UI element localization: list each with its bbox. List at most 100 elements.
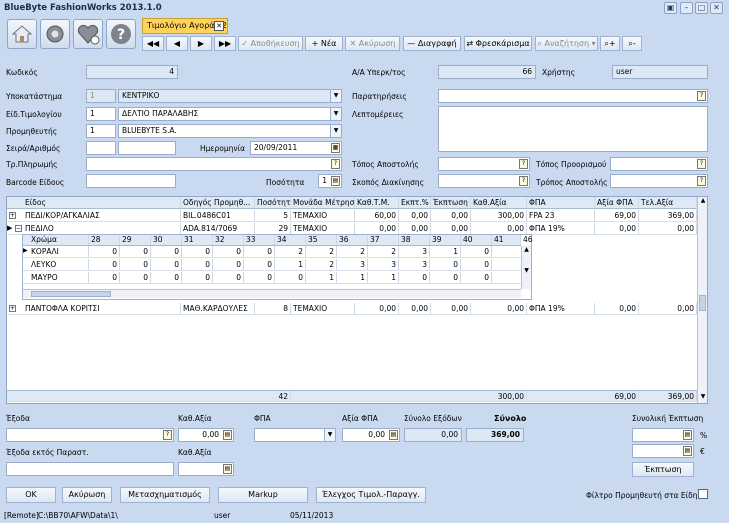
prev-record-button[interactable]: ◀ [166,36,188,51]
save-button[interactable]: ✓ Αποθήκευση [238,36,303,51]
net-field[interactable]: 0,00 ▤ [178,428,234,442]
size-qty-cell[interactable]: 0 [89,246,120,257]
ship-to-field[interactable]: ? [610,157,708,171]
branch-code[interactable]: 1 [86,89,116,103]
cancel-toolbar-button[interactable]: ✕ Ακύρωση [345,36,400,51]
col-qty[interactable]: Ποσότητα [255,197,291,208]
last-record-button[interactable]: ▶▶ [214,36,236,51]
size-qty-cell[interactable]: 0 [399,272,430,283]
close-tab-icon[interactable]: ✕ [214,21,224,31]
zoom-in-icon[interactable]: ⌕+ [600,36,620,51]
supplier-code[interactable]: 1 [86,124,116,138]
minimize-button[interactable]: – [680,2,693,14]
size-qty-cell[interactable]: 0 [430,259,461,270]
size-row[interactable]: ΛΕΥΚΟ 0 0 0 0 0 0 1 2 3 3 3 0 0 [23,259,521,271]
size-qty-cell[interactable]: 3 [399,246,430,257]
discount-pct-field[interactable]: ▤ [632,428,694,442]
number-field[interactable] [118,141,176,155]
size-qty-cell[interactable]: 1 [430,246,461,257]
size-qty-cell[interactable]: 0 [151,246,182,257]
discount-eur-field[interactable]: ▤ [632,444,694,458]
size-qty-cell[interactable]: 0 [461,272,492,283]
size-qty-cell[interactable]: 0 [120,246,151,257]
col-net-unit[interactable]: Καθ.Τ.Μ. [355,197,399,208]
size-qty-cell[interactable]: 3 [337,259,368,270]
favorites-button[interactable] [73,19,103,49]
size-qty-cell[interactable]: 0 [213,246,244,257]
code-field[interactable]: 4 [86,65,178,79]
branch-select[interactable]: ΚΕΝΤΡΙΚΟ ▼ [118,89,342,103]
size-qty-cell[interactable]: 2 [306,259,337,270]
expense-field[interactable]: ? [6,428,174,442]
size-qty-cell[interactable]: 0 [182,259,213,270]
col-vat[interactable]: ΦΠΑ [527,197,595,208]
payment-field[interactable]: ? [86,157,342,171]
col-supplier-guide[interactable]: Οδηγός Προμηθ... [181,197,255,208]
col-net-value[interactable]: Καθ.Αξία [471,197,527,208]
size-vscrollbar[interactable]: ▲ ▼ [521,246,531,289]
vat-select[interactable]: ▼ [254,428,336,442]
new-button[interactable]: + Νέα [305,36,343,51]
maximize-button[interactable]: □ [695,2,708,14]
size-qty-cell[interactable]: 0 [151,272,182,283]
size-qty-cell[interactable]: 0 [182,272,213,283]
delete-button[interactable]: — Διαγραφή [403,36,461,51]
details-textarea[interactable] [438,106,708,152]
tab-invoice[interactable]: Τιμολόγιο Αγοράς 2 ✕ [142,18,228,34]
invtype-select[interactable]: ΔΕΛΤΙΟ ΠΑΡΑΛΑΒΗΣ ▼ [118,107,342,121]
color-cell[interactable]: ΜΑΥΡΟ [29,272,89,283]
col-discount[interactable]: Έκπτωση [431,197,471,208]
qty-field[interactable]: 1 ▤ [318,174,342,188]
invtype-code[interactable]: 1 [86,107,116,121]
user-field[interactable]: user [612,65,708,79]
size-qty-cell[interactable]: 1 [337,272,368,283]
col-vat-value[interactable]: Αξία ΦΠΑ [595,197,639,208]
help-button[interactable]: ? [106,19,136,49]
notes-field[interactable]: ? [438,89,708,103]
series-field[interactable] [86,141,116,155]
size-qty-cell[interactable]: 2 [337,246,368,257]
date-field[interactable]: 20/09/2011 ▦ [250,141,342,155]
next-record-button[interactable]: ▶ [190,36,212,51]
cancel-button[interactable]: Ακύρωση [62,487,112,503]
size-qty-cell[interactable]: 0 [89,259,120,270]
zoom-out-icon[interactable]: ⌕- [622,36,642,51]
transform-button[interactable]: Μετασχηματισμός [120,487,210,503]
size-hscrollbar[interactable] [23,289,521,298]
col-disc-pct[interactable]: Εκπτ.% [399,197,431,208]
size-qty-cell[interactable]: 1 [275,259,306,270]
ship-from-field[interactable]: ? [438,157,530,171]
size-row[interactable]: ▶ ΚΟΡΑΛΙ 0 0 0 0 0 0 2 2 2 2 3 1 0 [23,246,521,258]
expense-out-field[interactable] [6,462,174,476]
size-qty-cell[interactable]: 0 [244,246,275,257]
barcode-field[interactable] [86,174,176,188]
size-qty-cell[interactable]: 2 [368,246,399,257]
ok-button[interactable]: OK [6,487,56,503]
size-qty-cell[interactable]: 0 [182,246,213,257]
color-cell[interactable]: ΚΟΡΑΛΙ [29,246,89,257]
size-qty-cell[interactable]: 0 [213,272,244,283]
size-qty-cell[interactable]: 2 [275,246,306,257]
size-qty-cell[interactable]: 0 [120,259,151,270]
settings-button[interactable] [40,19,70,49]
col-unit[interactable]: Μονάδα Μέτρησης [291,197,355,208]
discount-button[interactable]: Έκπτωση [632,462,694,477]
size-qty-cell[interactable]: 1 [306,272,337,283]
invoice-lines-grid[interactable]: Είδος Οδηγός Προμηθ... Ποσότητα Μονάδα Μ… [6,196,708,404]
color-cell[interactable]: ΛΕΥΚΟ [29,259,89,270]
size-qty-cell[interactable]: 2 [306,246,337,257]
size-matrix[interactable]: Χρώμα 28 29 30 31 32 33 34 35 36 37 38 3… [22,234,533,300]
ship-method-field[interactable]: ? [610,174,708,188]
pin-icon[interactable]: ▣ [664,2,677,14]
size-qty-cell[interactable]: 0 [244,272,275,283]
col-item[interactable]: Είδος [23,197,181,208]
size-qty-cell[interactable]: 0 [461,259,492,270]
net2-field[interactable]: ▤ [178,462,234,476]
check-invoice-button[interactable]: Έλεγχος Τιμολ.-Παραγγ. [316,487,426,503]
size-qty-cell[interactable]: 0 [244,259,275,270]
supplier-select[interactable]: BLUEBYTE S.A. ▼ [118,124,342,138]
size-qty-cell[interactable]: 0 [461,246,492,257]
purpose-field[interactable]: ? [438,174,530,188]
size-qty-cell[interactable]: 3 [368,259,399,270]
table-row[interactable]: + ΠΑΝΤΟΦΛΑ ΚΟΡΙΤΣΙ ΜΑΘ.ΚΑΡΔΟΥΛΕΣ 8 ΤΕΜΑΧ… [7,303,697,315]
